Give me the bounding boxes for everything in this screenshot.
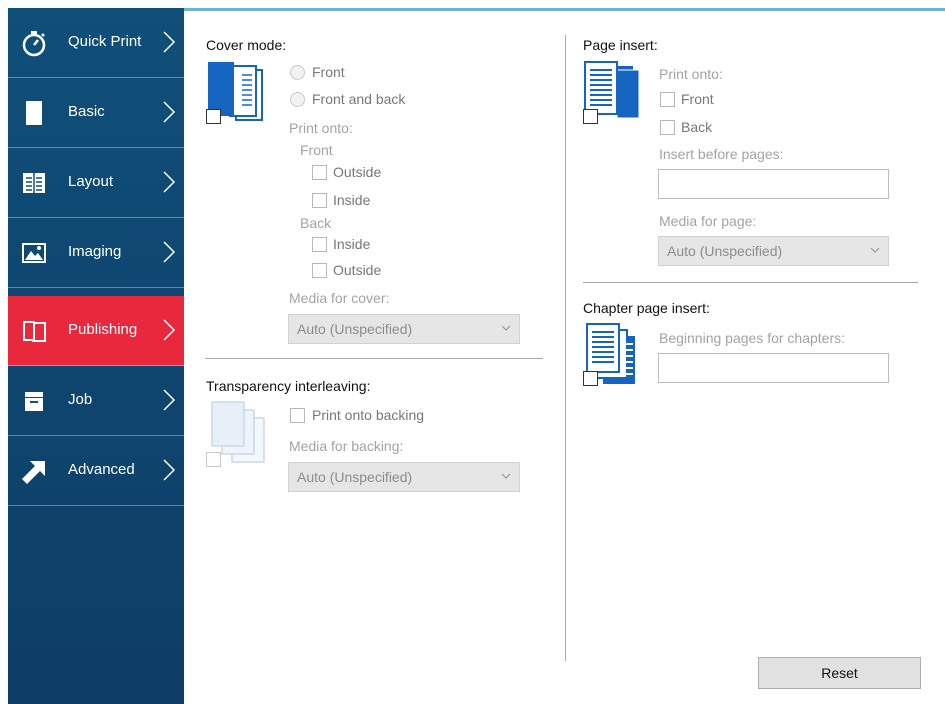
arrow-icon (22, 461, 45, 484)
sidebar-item-label: Publishing (68, 321, 138, 338)
image-icon (22, 243, 46, 263)
front-outside-label: Outside (333, 164, 382, 180)
print-onto-backing-checkbox[interactable] (290, 408, 305, 423)
front-and-back-radio[interactable] (290, 92, 305, 107)
insert-before-pages-input[interactable] (658, 169, 889, 199)
section-divider (583, 282, 918, 283)
front-radio-label: Front (312, 64, 345, 80)
transparency-checkbox[interactable] (206, 452, 221, 467)
sidebar-item-label: Advanced (68, 461, 135, 478)
sidebar-item-label: Imaging (68, 243, 122, 260)
printer-settings-window: Quick Print Basic Layout Imaging Publish… (0, 0, 945, 704)
sidebar-item-label: Quick Print (68, 33, 142, 50)
print-onto-label: Print onto: (289, 120, 353, 136)
media-for-page-value: Auto (Unspecified) (667, 243, 783, 259)
front-outside-checkbox[interactable] (312, 165, 327, 180)
chevron-right-icon (163, 101, 176, 123)
chevron-down-icon (870, 247, 880, 253)
chapter-insert-title: Chapter page insert: (583, 300, 710, 316)
beginning-pages-label: Beginning pages for chapters: (659, 330, 846, 346)
media-for-backing-label: Media for backing: (289, 438, 404, 454)
front-inside-label: Inside (333, 192, 371, 208)
media-for-cover-label: Media for cover: (289, 290, 390, 306)
back-inside-label: Inside (333, 236, 371, 252)
media-for-backing-value: Auto (Unspecified) (297, 469, 413, 485)
chevron-right-icon (163, 241, 176, 263)
print-onto-backing-label: Print onto backing (312, 407, 425, 423)
sidebar-item-basic[interactable]: Basic (8, 78, 184, 148)
sidebar-item-imaging[interactable]: Imaging (8, 218, 184, 288)
page-insert-front-label: Front (681, 91, 714, 107)
chevron-down-icon (501, 473, 511, 479)
sidebar-item-label: Basic (68, 103, 105, 120)
media-for-page-label: Media for page: (659, 213, 757, 229)
page-icon (26, 101, 42, 125)
sidebar-item-publishing[interactable]: Publishing (8, 296, 184, 366)
front-and-back-radio-label: Front and back (312, 91, 406, 107)
publishing-icon (23, 321, 46, 342)
cover-mode-title: Cover mode: (206, 37, 287, 53)
beginning-pages-input[interactable] (658, 353, 889, 383)
page-insert-print-onto-label: Print onto: (659, 66, 723, 82)
back-outside-label: Outside (333, 262, 382, 278)
accent-border (184, 8, 945, 11)
chapter-insert-checkbox[interactable] (583, 371, 598, 386)
insert-before-pages-label: Insert before pages: (659, 146, 784, 162)
reset-button[interactable]: Reset (758, 657, 921, 689)
chevron-right-icon (163, 31, 176, 53)
front-radio[interactable] (290, 65, 305, 80)
transparency-title: Transparency interleaving: (206, 378, 371, 394)
job-icon (25, 392, 43, 411)
page-insert-back-checkbox[interactable] (660, 120, 675, 135)
sidebar-item-job[interactable]: Job (8, 366, 184, 436)
cover-mode-checkbox[interactable] (206, 109, 221, 124)
media-for-cover-select[interactable]: Auto (Unspecified) (288, 314, 520, 344)
back-inside-checkbox[interactable] (312, 237, 327, 252)
stopwatch-icon (22, 31, 46, 57)
page-insert-checkbox[interactable] (583, 109, 598, 124)
front-inside-checkbox[interactable] (312, 193, 327, 208)
column-divider (565, 35, 566, 661)
sidebar-item-label: Job (68, 391, 93, 408)
media-for-page-select[interactable]: Auto (Unspecified) (658, 236, 889, 266)
page-insert-front-checkbox[interactable] (660, 92, 675, 107)
front-group-label: Front (300, 142, 333, 158)
page-insert-title: Page insert: (583, 37, 658, 53)
chevron-down-icon (501, 325, 511, 331)
sidebar-item-layout[interactable]: Layout (8, 148, 184, 218)
back-group-label: Back (300, 215, 332, 231)
chevron-right-icon (163, 319, 176, 341)
media-for-backing-select[interactable]: Auto (Unspecified) (288, 462, 520, 492)
page-insert-back-label: Back (681, 119, 713, 135)
back-outside-checkbox[interactable] (312, 263, 327, 278)
layout-icon (23, 173, 45, 193)
sidebar-item-advanced[interactable]: Advanced (8, 436, 184, 506)
chevron-right-icon (163, 459, 176, 481)
media-for-cover-value: Auto (Unspecified) (297, 321, 413, 337)
chevron-right-icon (163, 389, 176, 411)
sidebar: Quick Print Basic Layout Imaging Publish… (8, 8, 184, 704)
sidebar-item-quick-print[interactable]: Quick Print (8, 8, 184, 78)
sidebar-item-label: Layout (68, 173, 114, 190)
section-divider (205, 358, 543, 359)
chevron-right-icon (163, 171, 176, 193)
